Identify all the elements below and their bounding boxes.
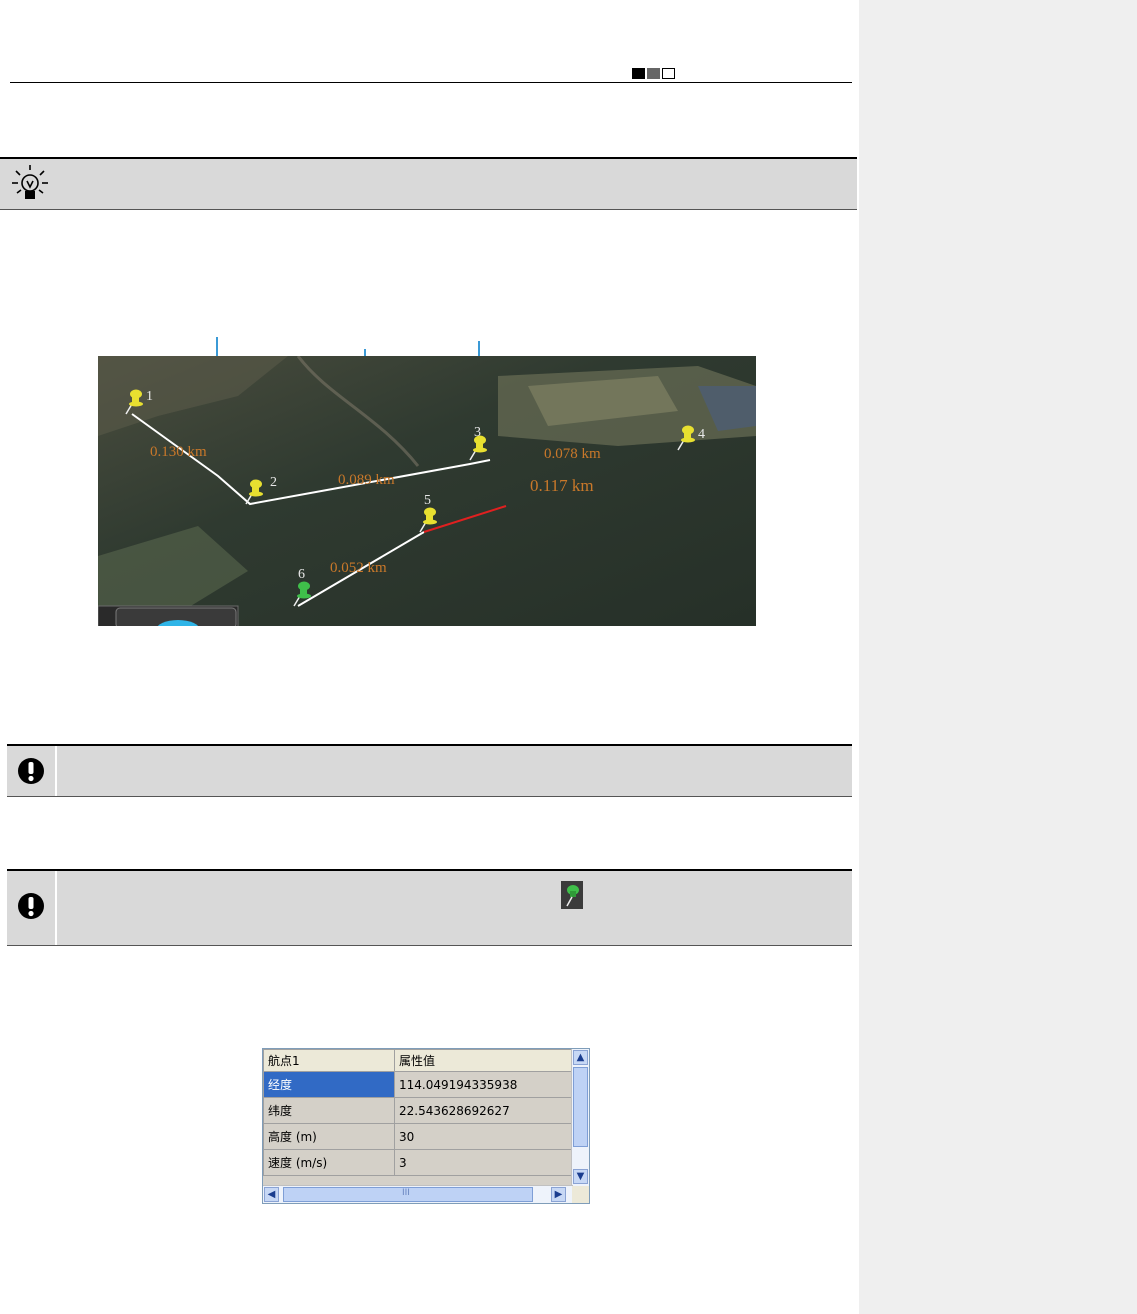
tip-box [0, 157, 857, 210]
note-divider [55, 746, 57, 796]
property-value-cell[interactable]: 30 [394, 1123, 573, 1150]
scroll-right-icon[interactable]: ▶ [551, 1187, 566, 1202]
scroll-up-icon[interactable]: ▲ [573, 1050, 588, 1065]
distance-label: 0.078 km [544, 446, 601, 462]
lightbulb-icon [12, 165, 48, 199]
header-square-white [662, 68, 675, 79]
note-box-1 [7, 744, 852, 797]
property-header-name: 航点1 [263, 1049, 395, 1072]
horizontal-scroll-thumb[interactable]: III [283, 1187, 533, 1202]
horizontal-scrollbar[interactable]: ◀ III ▶ [263, 1185, 573, 1203]
property-table: 航点1 属性值 经度 114.049194335938 纬度 22.543628… [263, 1049, 573, 1176]
property-name-cell[interactable]: 高度 (m) [263, 1123, 395, 1150]
waypoint-label: 4 [698, 427, 705, 442]
header-rule [10, 82, 852, 83]
property-grid[interactable]: 航点1 属性值 经度 114.049194335938 纬度 22.543628… [262, 1048, 590, 1204]
property-name-cell[interactable]: 速度 (m/s) [263, 1149, 395, 1176]
distance-label: 0.089 km [338, 472, 395, 488]
property-value-cell[interactable]: 22.543628692627 [394, 1097, 573, 1124]
distance-label: 0.052 km [330, 560, 387, 576]
scrollbar-corner [572, 1186, 589, 1203]
scroll-grip: III [402, 1188, 410, 1198]
green-pin-icon [561, 881, 583, 909]
table-row[interactable]: 纬度 22.543628692627 [263, 1097, 573, 1124]
exclamation-icon [18, 893, 44, 919]
exclamation-icon [18, 758, 44, 784]
map-canvas[interactable]: 0.130 km 0.089 km 0.078 km 0.117 km 0.052 km… [98, 356, 756, 626]
note-box-2 [7, 869, 852, 946]
waypoint-label: 6 [298, 567, 305, 582]
comment-sidebar [859, 0, 1137, 1314]
property-value-cell[interactable]: 3 [394, 1149, 573, 1176]
waypoint-label: 2 [270, 475, 277, 490]
header-square-black [632, 68, 645, 79]
scroll-down-icon[interactable]: ▼ [573, 1169, 588, 1184]
property-header-value: 属性值 [394, 1049, 573, 1072]
property-name-cell[interactable]: 纬度 [263, 1097, 395, 1124]
waypoint-label: 5 [424, 493, 431, 508]
note-divider [55, 871, 57, 945]
table-row[interactable]: 高度 (m) 30 [263, 1123, 573, 1150]
vertical-scrollbar[interactable]: ▲ ▼ [571, 1049, 589, 1186]
table-row[interactable]: 速度 (m/s) 3 [263, 1149, 573, 1176]
header-squares [632, 68, 675, 79]
table-row[interactable]: 经度 114.049194335938 [263, 1071, 573, 1098]
waypoint-label: 1 [146, 389, 153, 404]
scroll-left-icon[interactable]: ◀ [264, 1187, 279, 1202]
distance-label: 0.117 km [530, 476, 594, 495]
property-header-row: 航点1 属性值 [263, 1049, 573, 1072]
map-view[interactable]: 0.130 km 0.089 km 0.078 km 0.117 km 0.052 km… [98, 356, 756, 626]
header-square-gray [647, 68, 660, 79]
navigation-widget[interactable] [98, 605, 239, 626]
property-value-cell[interactable]: 114.049194335938 [394, 1071, 573, 1098]
distance-label: 0.130 km [150, 444, 207, 460]
property-name-cell[interactable]: 经度 [263, 1071, 395, 1098]
vertical-scroll-thumb[interactable] [573, 1067, 588, 1147]
waypoint-label: 3 [474, 425, 481, 440]
